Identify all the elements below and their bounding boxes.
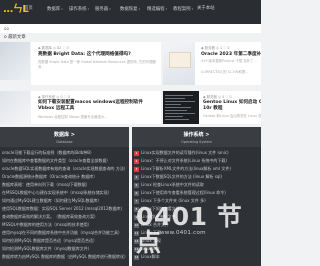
list-item[interactable]: 使用mysql在不同的数据库系统中合并功能（mysql合并功能工具）: [2, 230, 122, 236]
article-excerpt: Gentoo 和Linux 会出现您在 Linux 选择...: [203, 114, 261, 118]
list-item[interactable]: 4 Linux下数据SQL文件的方法 (linux 解析 sql): [134, 174, 222, 180]
article-card[interactable]: ◆ 数据库 ◎ 82 ♡ 0 亮数据 Bright Data: 这个代理网络值得…: [31, 42, 161, 85]
article-excerpt: 419 版本更新ProLink 下载 及补丁...: [201, 59, 257, 63]
nav-item-programming[interactable]: 精选编程▾: [147, 6, 167, 13]
side-card[interactable]: [0, 42, 30, 80]
panel-title[interactable]: 操作系统 >: [132, 127, 261, 140]
list-item[interactable]: oracle数据SQL实现数据库有效的查询（oracle实现数据查询的 方法）: [2, 166, 128, 172]
chevron-down-icon: ▾: [61, 7, 63, 11]
list-item[interactable]: 6 Linux下使用命令查看系统管理过程(linux 命令): [134, 190, 226, 196]
thumbnail-image: [169, 52, 191, 68]
article-card[interactable]: ◆ 操作系统 ◎ 0 ♡ 0 如何下载安装配置macos windows远程控制…: [31, 91, 161, 124]
article-thumbnail: [163, 42, 195, 85]
article-card[interactable]: ◆ 服务器 ◎ 1 ♡ 0 Oracle 2023 年第二季度补丁 (2... …: [163, 42, 261, 85]
article-title-continued[interactable]: 10r 教程: [203, 106, 261, 112]
list-item[interactable]: 1 Linux实现数据文件的读写操作(linux 文件 ionic): [134, 150, 229, 156]
watermark-logo: 0401 节点: [136, 202, 243, 257]
list-item[interactable]: 3 Linux下解析XML文件的方法(linux解析 xml 文件): [134, 166, 231, 172]
article-title[interactable]: Oracle 2023 年第二季度补丁 (2...: [201, 52, 261, 58]
article-meta: ◆ 数据库 ◎ 82 ♡ 0: [38, 46, 69, 50]
panel-header[interactable]: 数据库 > Database: [0, 127, 129, 147]
side-card-thumbnail: [0, 91, 30, 124]
nav-item-home[interactable]: 首页: [24, 6, 33, 12]
rank-badge: 6: [134, 191, 139, 196]
list-item[interactable]: 如何检测MySQL数据库文件（mysql数据库文件）: [2, 246, 92, 252]
article-excerpt: 亮数据 Bright Data 是一家 Global Network Resou…: [38, 60, 156, 69]
list-item[interactable]: 使用SQL数据库数据：实现SQL Server 2012 (mssql2012数…: [2, 206, 122, 212]
nav-item-os[interactable]: 操作系统▾: [69, 6, 89, 13]
rank-badge: 3: [134, 167, 139, 172]
section-heading: o 最新文章: [4, 35, 26, 40]
nav-item-database[interactable]: 数据库▾: [47, 6, 63, 13]
chevron-down-icon: ▾: [87, 7, 90, 11]
chevron-down-icon: ▾: [109, 7, 111, 11]
rank-badge: 1: [134, 151, 139, 156]
article-card[interactable]: ◆ 服务器 ◎ 0 ♡ 0 Gentoo Linux 如何启动 Gentoo L…: [163, 91, 261, 124]
database-panel: 数据库 > Database oracle可能下载运行的标准例（数据库的iBdb…: [0, 127, 129, 266]
watermark-url: www.0401.com: [160, 230, 206, 236]
list-item[interactable]: 在MSSQL数据中心与建存实现系统中（mssql系统存储实现）: [2, 190, 112, 196]
side-card[interactable]: [0, 91, 30, 124]
panel-header[interactable]: 操作系统 > Operating System: [132, 127, 261, 147]
article-meta: ◆ 服务器 ◎ 1 ♡ 0: [201, 46, 230, 50]
rank-badge: 5: [134, 183, 139, 188]
article-meta: ◆ 操作系统 ◎ 0 ♡ 0: [38, 95, 70, 99]
article-title[interactable]: 亮数据 Bright Data: 这个代理网络值得吗?: [38, 52, 158, 58]
list-item[interactable]: Oracle数据源统计数据库（Oracle查询统计 数据库）: [2, 174, 97, 180]
list-item[interactable]: 如何在数据库中查看数据的文件类型（oracle查看全部数据）: [2, 158, 110, 164]
terminal-thumbnail: [163, 91, 199, 124]
list-item[interactable]: oracle可能下载运行的标准例（数据库的iBdb种B）: [2, 150, 94, 156]
list-item[interactable]: 如何通过MySQL建立数据库（如何建立MySQL数据库）: [2, 198, 101, 204]
nav-item-tutorials[interactable]: 教程案例▾: [173, 6, 193, 13]
list-item[interactable]: 数据库转为由MySQL 数据库的数据（由MySQL 数据库进行数据转化）: [2, 254, 128, 260]
side-card-thumbnail: [0, 42, 30, 80]
panel-subtitle: Database: [56, 140, 73, 144]
list-item[interactable]: 数据库表格：使用单向列下载（mssql下载数据）: [2, 182, 90, 188]
article-title[interactable]: 如何下载安装配置macos windows远程控制软件 Vbbox 远程工具: [38, 100, 148, 112]
nav-item-server[interactable]: 服务器▾: [95, 6, 111, 13]
panel-subtitle: Operating System: [181, 140, 212, 144]
nav-item-recovery[interactable]: 数据恢复▾: [120, 6, 140, 13]
nav-item-about[interactable]: 关于本站: [197, 6, 215, 12]
article-excerpt: CORRECTED 的 S11Y6和提...: [201, 70, 249, 74]
list-item[interactable]: 查询数据库高效的解决方案。（数据库高效查询方案）: [2, 214, 98, 220]
chevron-down-icon: ▾: [138, 7, 141, 11]
list-item[interactable]: 2 Linux：不停止对文件系统(Linux 系统中的下载): [134, 158, 227, 164]
article-meta: ◆ 服务器 ◎ 0 ♡ 0: [203, 95, 232, 99]
top-nav-bar: ...ㄣL 首页 数据库▾ 操作系统▾ 服务器▾ 数据恢复▾ 精选编程▾ 教程案…: [0, 0, 261, 24]
list-item[interactable]: 如何检测MySQL 数据库是否合适（mysql是否合适）: [2, 238, 97, 244]
article-excerpt: Windows 远程控制 Vbbox 是最专业最强大...: [38, 115, 108, 119]
rank-badge: 2: [134, 159, 139, 164]
chevron-down-icon: ▾: [165, 7, 168, 11]
rank-badge: 4: [134, 175, 139, 180]
panel-title[interactable]: 数据库 >: [0, 127, 129, 140]
chevron-down-icon: ▾: [191, 7, 194, 11]
list-item[interactable]: 5 Linux 检查Linux系统中文件的读取: [134, 182, 204, 188]
notice-bar: oo: [0, 24, 261, 33]
list-item[interactable]: MSSQL中数据库的使用方法（mssql的技术使用）: [2, 222, 92, 228]
